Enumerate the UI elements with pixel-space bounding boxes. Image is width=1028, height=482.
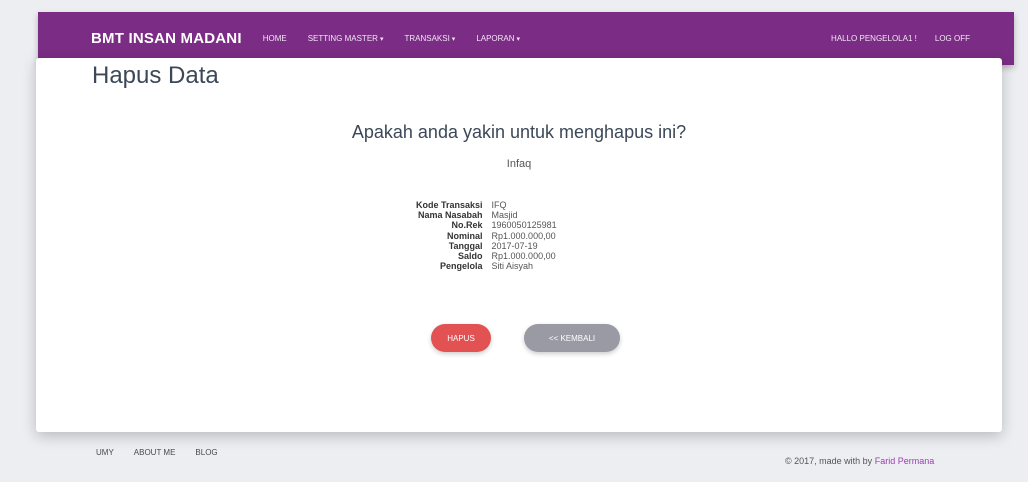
- delete-button[interactable]: HAPUS: [431, 324, 491, 352]
- page-title: Hapus Data: [92, 62, 219, 89]
- back-button[interactable]: << KEMBALI: [524, 324, 620, 352]
- detail-label: Nominal: [447, 230, 483, 241]
- detail-row: No.Rek 1960050125981: [416, 220, 557, 230]
- footer-link-blog[interactable]: BLOG: [195, 448, 217, 457]
- nav-home-label: HOME: [262, 34, 287, 43]
- detail-label: Pengelola: [440, 261, 483, 272]
- detail-row: Nama Nasabah Masjid: [416, 210, 557, 220]
- detail-row: Nominal Rp1.000.000,00: [416, 231, 557, 241]
- detail-row: Saldo Rp1.000.000,00: [416, 251, 557, 261]
- confirmation-question: Apakah anda yakin untuk menghapus ini?: [351, 122, 687, 142]
- detail-label: Saldo: [458, 251, 483, 262]
- brand-link[interactable]: BMT INSAN MADANI: [91, 30, 242, 47]
- detail-value: Masjid: [491, 210, 518, 221]
- detail-value: 2017-07-19: [491, 240, 538, 251]
- delete-confirmation-card: Hapus Data Apakah anda yakin untuk mengh…: [36, 58, 1002, 432]
- detail-row: Kode Transaksi IFQ: [416, 200, 557, 210]
- nav-setting-master-label: SETTING MASTER: [307, 34, 378, 43]
- nav-transaksi-label: TRANSAKSI: [404, 34, 450, 43]
- detail-value: Rp1.000.000,00: [491, 230, 556, 241]
- transaction-type: Infaq: [506, 158, 532, 170]
- caret-down-icon: ▾: [451, 35, 456, 43]
- detail-value: Rp1.000.000,00: [491, 251, 556, 262]
- main-menu: HOME SETTING MASTER ▾ TRANSAKSI ▾ LAPORAN ▾: [263, 34, 541, 43]
- nav-transaksi[interactable]: TRANSAKSI ▾: [404, 34, 455, 43]
- copyright-text: © 2017, made with by: [785, 456, 873, 466]
- caret-down-icon: ▾: [516, 35, 521, 43]
- nav-laporan-label: LAPORAN: [476, 34, 515, 43]
- detail-label: Kode Transaksi: [416, 200, 483, 210]
- logoff-link[interactable]: LOG OFF: [935, 34, 970, 43]
- detail-label: Tanggal: [448, 240, 483, 251]
- nav-laporan[interactable]: LAPORAN ▾: [476, 34, 520, 43]
- detail-row: Pengelola Siti Aisyah: [416, 261, 557, 271]
- detail-label: No.Rek: [451, 220, 483, 231]
- transaction-details: Kode Transaksi IFQ Nama Nasabah Masjid No.…: [416, 200, 557, 271]
- detail-value: IFQ: [491, 200, 507, 210]
- detail-value: Siti Aisyah: [491, 261, 534, 272]
- footer-nav: UMY ABOUT ME BLOG: [96, 448, 238, 457]
- nav-setting-master[interactable]: SETTING MASTER ▾: [308, 34, 384, 43]
- footer-copyright: © 2017, made with by Farid Permana: [785, 456, 934, 466]
- caret-down-icon: ▾: [379, 35, 384, 43]
- nav-home[interactable]: HOME: [263, 34, 287, 43]
- detail-label: Nama Nasabah: [418, 210, 483, 221]
- detail-value: 1960050125981: [491, 220, 557, 231]
- user-greeting-link[interactable]: HALLO PENGELOLA1 !: [831, 34, 917, 43]
- author-link[interactable]: Farid Permana: [875, 456, 935, 466]
- detail-row: Tanggal 2017-07-19: [416, 241, 557, 251]
- footer-link-umy[interactable]: UMY: [96, 448, 114, 457]
- footer-link-about-me[interactable]: ABOUT ME: [134, 448, 176, 457]
